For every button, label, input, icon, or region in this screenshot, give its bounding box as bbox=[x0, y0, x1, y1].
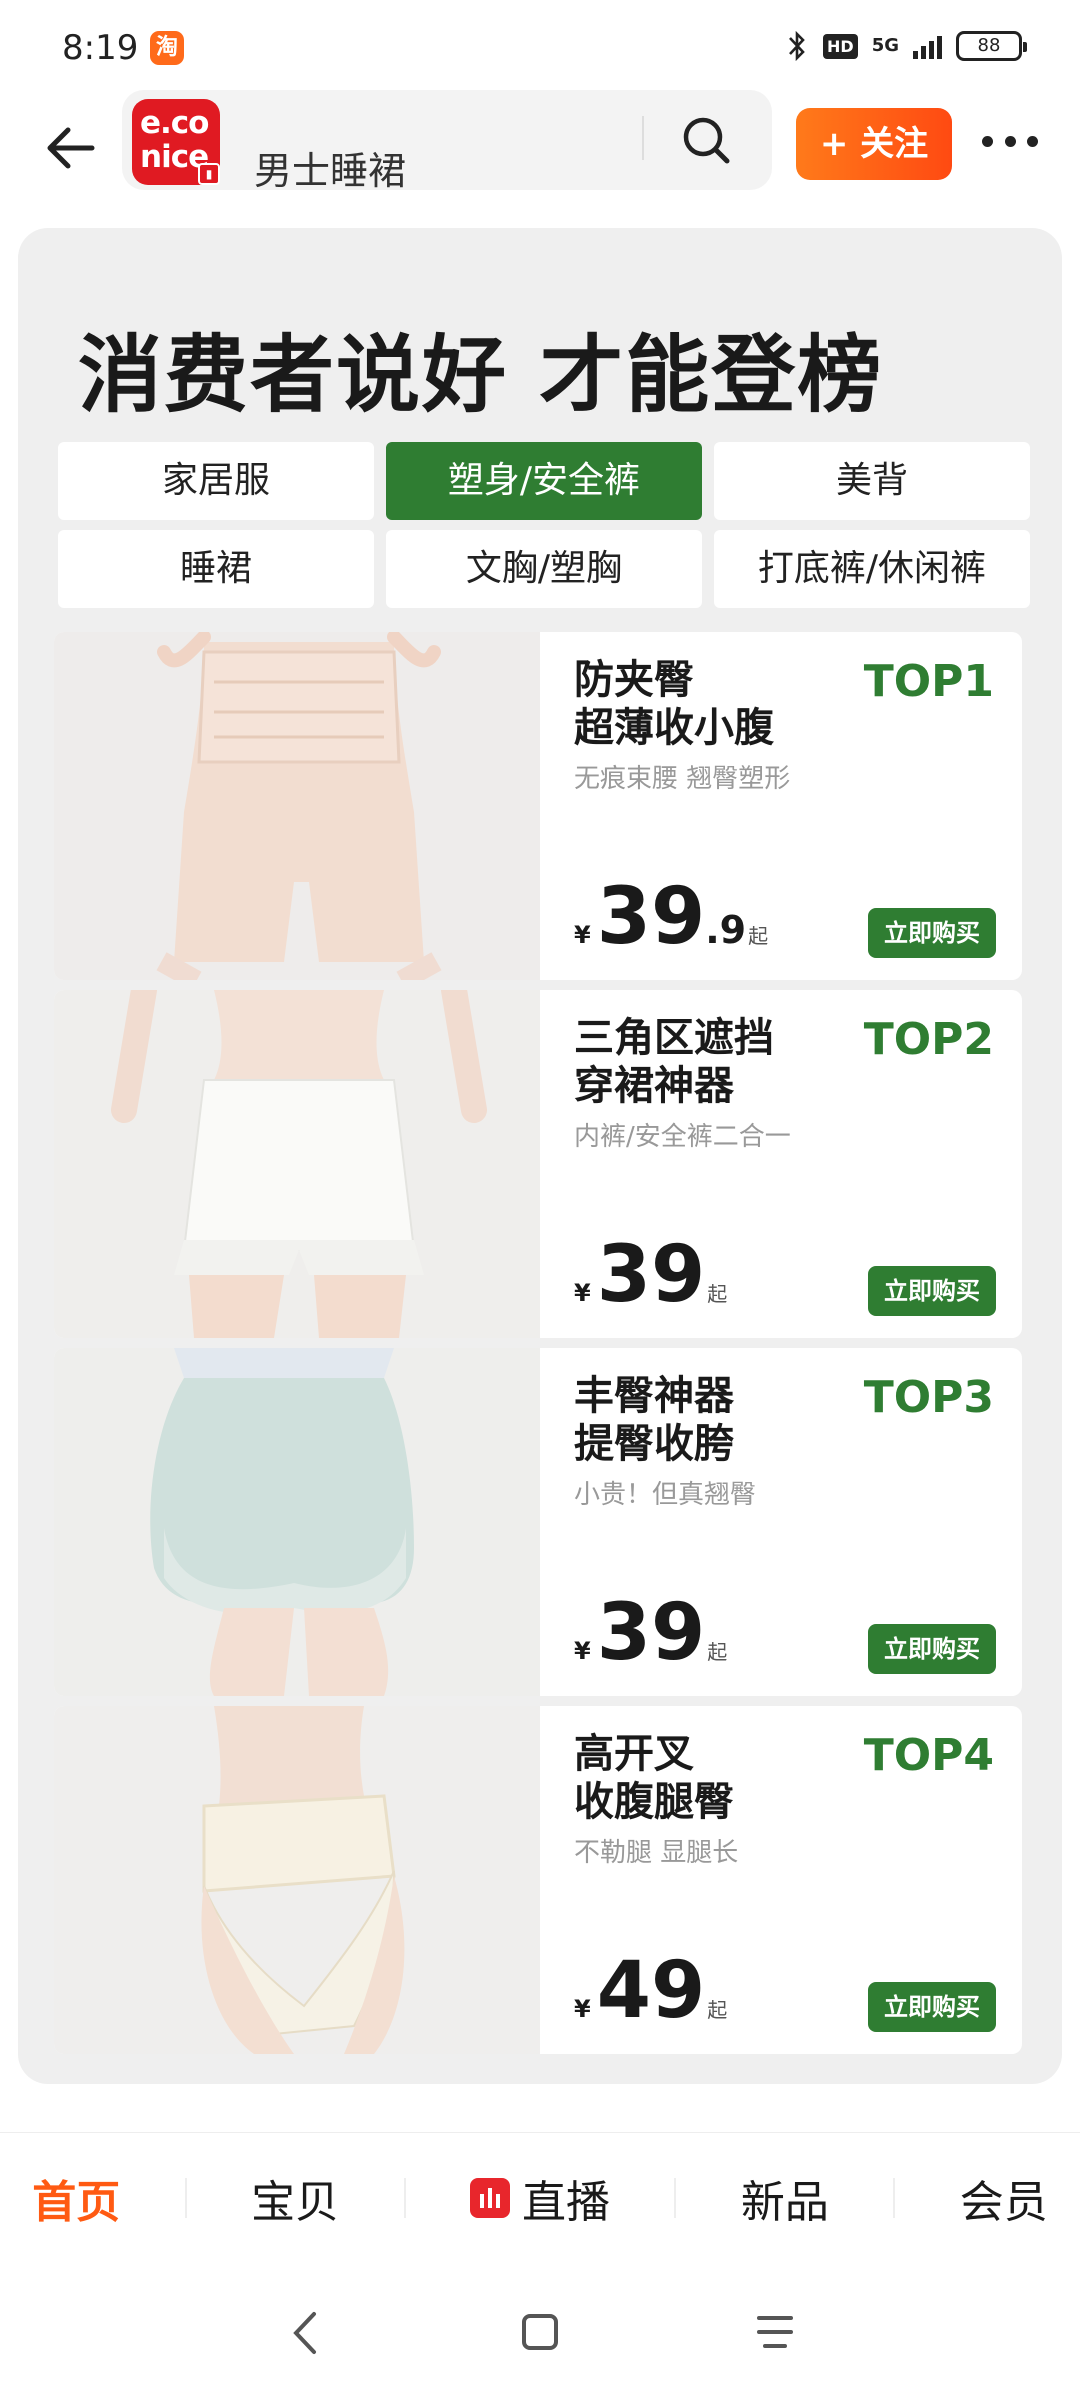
product-subtitle: 内裤/安全裤二合一 bbox=[574, 1122, 791, 1152]
top-nav: e.co nice ▮ 男士睡裙 + 关注 bbox=[0, 90, 1080, 200]
product-card[interactable]: 高开叉 收腹腿臀 不勒腿 显腿长 TOP4 ¥49 起 立即购买 bbox=[54, 1706, 1022, 2054]
status-time: 8:19 bbox=[62, 28, 139, 68]
currency-symbol: ¥ bbox=[574, 1995, 591, 2023]
buy-now-button[interactable]: 立即购买 bbox=[868, 1624, 996, 1674]
system-menu-icon[interactable] bbox=[755, 2312, 795, 2352]
tab-products[interactable]: 宝贝 bbox=[251, 2166, 339, 2230]
category-homewear[interactable]: 家居服 bbox=[58, 442, 374, 520]
price-integer: 39 bbox=[596, 1588, 706, 1678]
price-suffix: 起 bbox=[748, 924, 769, 948]
price-suffix: 起 bbox=[707, 1640, 728, 1664]
live-icon bbox=[469, 2177, 510, 2218]
price-integer: 49 bbox=[596, 1946, 706, 2036]
price-suffix: 起 bbox=[707, 1282, 728, 1306]
search-bar[interactable]: e.co nice ▮ 男士睡裙 bbox=[122, 90, 772, 193]
bottom-tab-bar: 首页 宝贝 直播 新品 会员 bbox=[0, 2132, 1080, 2262]
product-title-line1: 丰臀神器 bbox=[574, 1373, 734, 1419]
currency-symbol: ¥ bbox=[574, 1637, 591, 1665]
tab-divider bbox=[674, 2177, 677, 2218]
rank-badge: TOP1 bbox=[863, 656, 994, 707]
product-title-line1: 防夹臀 bbox=[574, 657, 694, 703]
back-arrow-icon[interactable] bbox=[42, 118, 102, 178]
tab-new[interactable]: 新品 bbox=[741, 2166, 829, 2230]
battery-level: 88 bbox=[977, 35, 1001, 56]
product-title-line1: 三角区遮挡 bbox=[574, 1015, 774, 1061]
product-title: 高开叉 收腹腿臀 bbox=[574, 1730, 734, 1826]
product-card[interactable]: 防夹臀 超薄收小腹 无痕束腰 翘臀塑形 TOP1 ¥39.9 起 立即购买 bbox=[54, 632, 1022, 980]
price-integer: 39 bbox=[596, 1230, 706, 1320]
product-title-line1: 高开叉 bbox=[574, 1731, 694, 1777]
tab-divider bbox=[403, 2177, 406, 2218]
rank-badge: TOP3 bbox=[863, 1372, 994, 1423]
buy-now-button[interactable]: 立即购买 bbox=[868, 1982, 996, 2032]
buy-now-button[interactable]: 立即购买 bbox=[868, 908, 996, 958]
system-home-icon[interactable] bbox=[520, 2312, 560, 2352]
product-price: ¥49 起 bbox=[574, 1946, 727, 2036]
product-title-line2: 提臀收胯 bbox=[574, 1421, 734, 1467]
product-image bbox=[54, 990, 540, 1338]
search-input[interactable]: 男士睡裙 bbox=[254, 140, 406, 195]
tab-divider bbox=[184, 2177, 187, 2218]
rank-badge: TOP4 bbox=[863, 1730, 994, 1781]
taobao-notification-icon: 淘 bbox=[150, 31, 184, 65]
follow-button[interactable]: + 关注 bbox=[796, 108, 952, 180]
live-tag-icon: ▮ bbox=[198, 163, 220, 185]
tab-divider bbox=[893, 2177, 896, 2218]
panel-headline: 消费者说好 才能登榜 bbox=[78, 326, 884, 424]
bluetooth-icon bbox=[789, 30, 805, 62]
product-title: 丰臀神器 提臀收胯 bbox=[574, 1372, 734, 1468]
system-back-icon[interactable] bbox=[290, 2310, 320, 2356]
product-image bbox=[54, 632, 540, 980]
price-suffix: 起 bbox=[707, 1998, 728, 2022]
product-title: 三角区遮挡 穿裙神器 bbox=[574, 1014, 774, 1110]
tab-member[interactable]: 会员 bbox=[960, 2166, 1048, 2230]
product-title-line2: 收腹腿臀 bbox=[574, 1779, 734, 1825]
signal-icon bbox=[913, 33, 942, 59]
price-decimal: .9 bbox=[705, 908, 747, 952]
status-icons: HD 5G 88 bbox=[785, 28, 1027, 64]
tab-live[interactable]: 直播 bbox=[469, 2166, 610, 2230]
product-subtitle: 不勒腿 显腿长 bbox=[574, 1838, 739, 1868]
product-title: 防夹臀 超薄收小腹 bbox=[574, 656, 774, 752]
category-bra[interactable]: 文胸/塑胸 bbox=[386, 530, 702, 608]
buy-now-button[interactable]: 立即购买 bbox=[868, 1266, 996, 1316]
category-back-bra[interactable]: 美背 bbox=[714, 442, 1030, 520]
battery-icon: 88 bbox=[956, 31, 1027, 61]
product-title-line2: 超薄收小腹 bbox=[574, 705, 774, 751]
currency-symbol: ¥ bbox=[574, 1279, 591, 1307]
system-navigation bbox=[0, 2290, 1080, 2380]
product-image bbox=[54, 1348, 540, 1696]
tab-home[interactable]: 首页 bbox=[32, 2166, 120, 2230]
ranking-panel: 消费者说好 才能登榜 家居服 塑身/安全裤 美背 睡裙 文胸/塑胸 打底裤/休闲… bbox=[18, 228, 1062, 2084]
price-integer: 39 bbox=[596, 872, 706, 962]
product-price: ¥39.9 起 bbox=[574, 872, 768, 962]
category-shapewear[interactable]: 塑身/安全裤 bbox=[386, 442, 702, 520]
product-card[interactable]: 三角区遮挡 穿裙神器 内裤/安全裤二合一 TOP2 ¥39 起 立即购买 bbox=[54, 990, 1022, 1338]
network-type: 5G bbox=[871, 35, 899, 56]
search-divider bbox=[642, 116, 644, 160]
category-nightdress[interactable]: 睡裙 bbox=[58, 530, 374, 608]
store-logo[interactable]: e.co nice ▮ bbox=[132, 99, 220, 185]
product-subtitle: 无痕束腰 翘臀塑形 bbox=[574, 764, 791, 794]
product-title-line2: 穿裙神器 bbox=[574, 1063, 734, 1109]
product-price: ¥39 起 bbox=[574, 1230, 727, 1320]
rank-badge: TOP2 bbox=[863, 1014, 994, 1065]
logo-text-1: e.co bbox=[140, 105, 209, 141]
status-bar: 8:19 淘 HD 5G 88 bbox=[0, 0, 1080, 90]
product-card[interactable]: 丰臀神器 提臀收胯 小贵！但真翘臀 TOP3 ¥39 起 立即购买 bbox=[54, 1348, 1022, 1696]
more-icon[interactable] bbox=[982, 136, 1038, 152]
product-subtitle: 小贵！但真翘臀 bbox=[574, 1480, 757, 1510]
category-tabs: 家居服 塑身/安全裤 美背 睡裙 文胸/塑胸 打底裤/休闲裤 bbox=[58, 442, 1030, 608]
product-price: ¥39 起 bbox=[574, 1588, 727, 1678]
category-leggings[interactable]: 打底裤/休闲裤 bbox=[714, 530, 1030, 608]
search-icon[interactable] bbox=[678, 112, 734, 168]
currency-symbol: ¥ bbox=[574, 921, 591, 949]
product-image bbox=[54, 1706, 540, 2054]
hd-voice-icon: HD bbox=[823, 33, 858, 59]
tab-live-label: 直播 bbox=[521, 2176, 610, 2228]
